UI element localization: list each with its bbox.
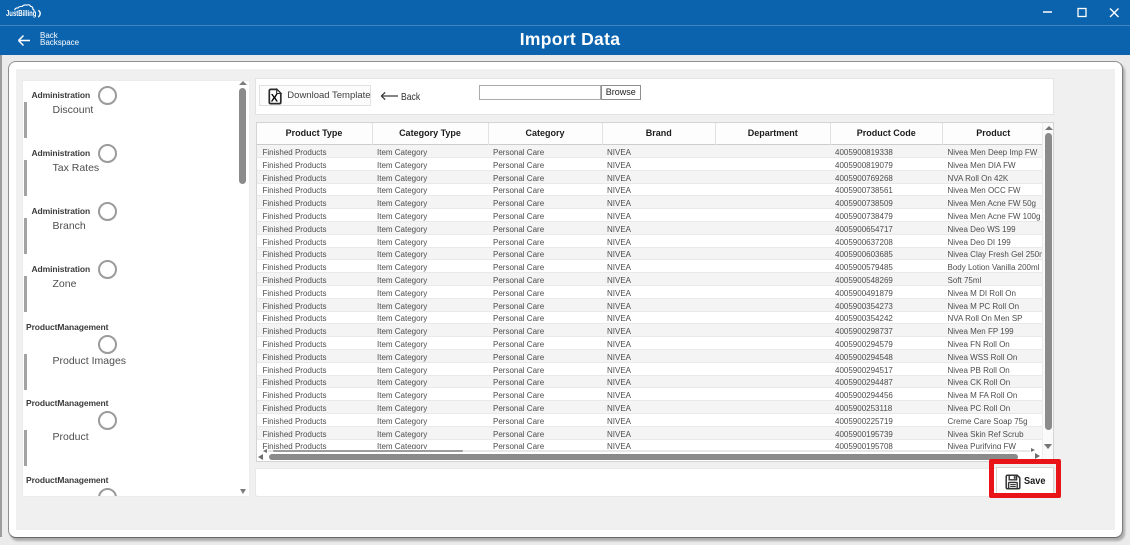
- svg-text:X: X: [271, 92, 279, 104]
